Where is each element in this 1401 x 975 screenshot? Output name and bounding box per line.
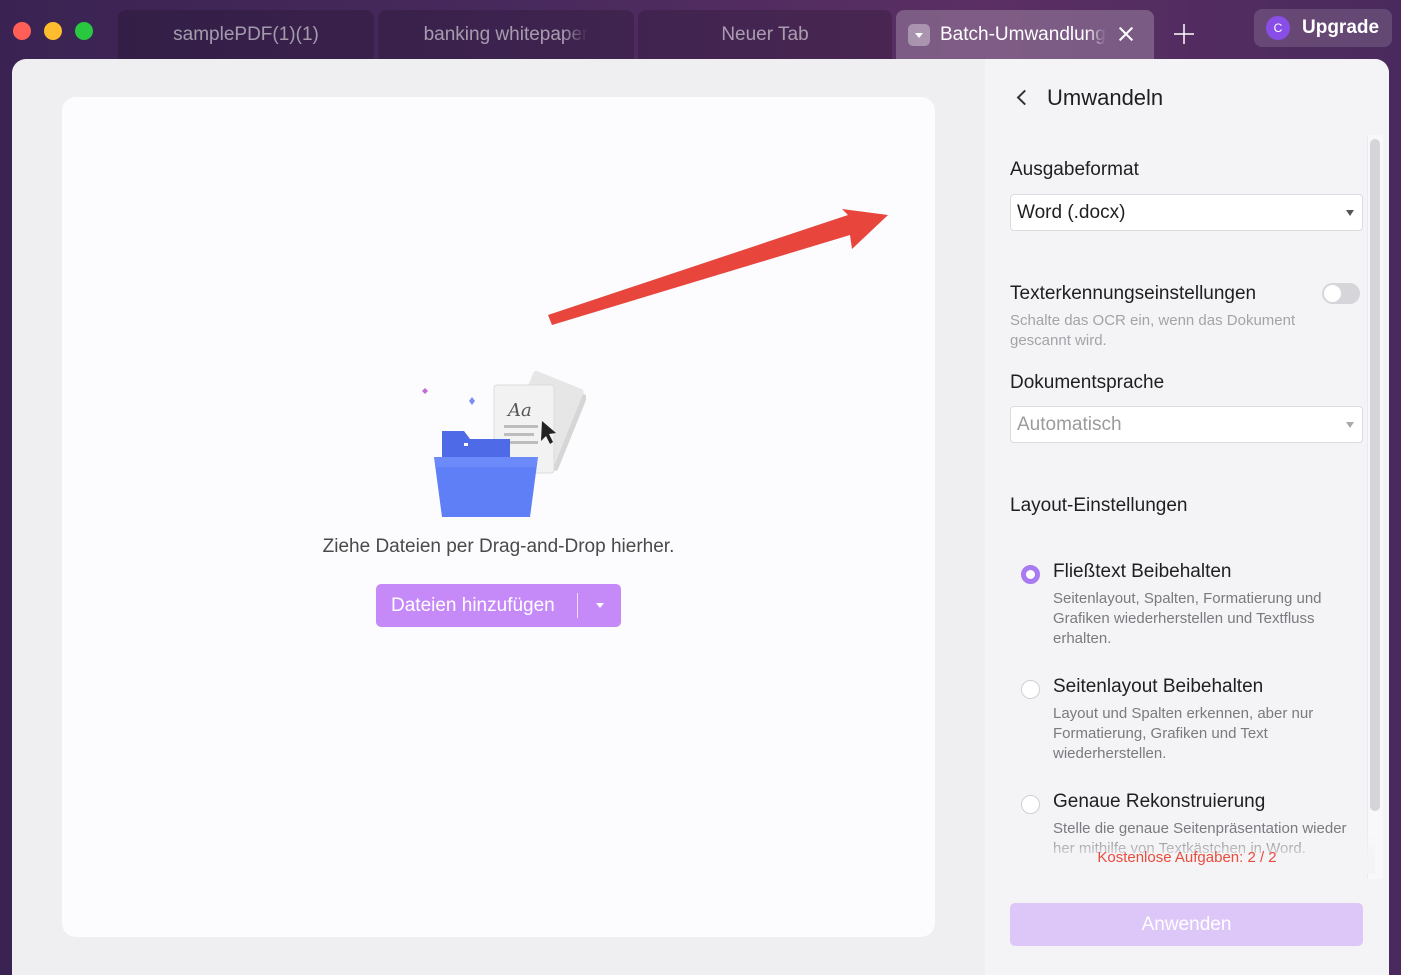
option-title: Fließtext Beibehalten [1053, 561, 1232, 582]
tab-menu-dropdown-icon[interactable] [908, 24, 930, 46]
tab-label: banking whitepaper [423, 24, 589, 45]
option-description: Layout und Spalten erkennen, aber nur Fo… [1053, 705, 1314, 762]
ocr-hint-text: Schalte das OCR ein, wenn das Dokument g… [1010, 312, 1296, 349]
radio-button[interactable] [1021, 680, 1040, 699]
tab-label: Batch-Umwandlung [940, 24, 1106, 45]
convert-settings-panel: Umwandeln Ausgabeformat Word (.docx) Tex… [985, 59, 1389, 975]
tab-banking-whitepaper[interactable]: banking whitepaper [378, 10, 634, 60]
radio-button[interactable] [1021, 565, 1040, 584]
close-window-button[interactable] [13, 22, 31, 40]
output-format-select[interactable]: Word (.docx) [1010, 194, 1363, 231]
back-chevron-icon[interactable] [1013, 87, 1033, 107]
option-title: Seitenlayout Beibehalten [1053, 676, 1264, 697]
option-title: Genaue Rekonstruierung [1053, 791, 1266, 812]
avatar: C [1266, 16, 1290, 40]
annotation-arrow-icon [548, 209, 888, 325]
layout-option-flowing-text[interactable]: Fließtext Beibehalten Seitenlayout, Spal… [1021, 561, 1341, 649]
illustration-text: Aa [506, 400, 532, 421]
document-language-label: Dokumentsprache [1010, 372, 1165, 393]
output-format-value: Word (.docx) [1017, 201, 1126, 223]
tab-samplepdf[interactable]: samplePDF(1)(1) [118, 10, 374, 60]
zoom-window-button[interactable] [75, 22, 93, 40]
option-description: Seitenlayout, Spalten, Formatierung und … [1053, 590, 1322, 647]
upgrade-label: Upgrade [1302, 17, 1380, 38]
tab-label: samplePDF(1)(1) [173, 24, 319, 45]
add-files-label: Dateien hinzufügen [391, 594, 555, 616]
minimize-window-button[interactable] [44, 22, 62, 40]
main-window: Aa Ziehe Dateien per Drag-and-Drop hierh… [12, 59, 1389, 975]
upgrade-button[interactable]: C Upgrade [1254, 9, 1392, 47]
title-bar: samplePDF(1)(1) banking whitepaper Neuer… [0, 0, 1401, 60]
panel-title: Umwandeln [1047, 85, 1164, 110]
document-language-select[interactable]: Automatisch [1010, 406, 1363, 443]
tab-batch-conversion[interactable]: Batch-Umwandlung [896, 10, 1154, 60]
scrollbar[interactable] [1370, 139, 1380, 811]
output-format-label: Ausgabeformat [1010, 159, 1139, 180]
chevron-down-icon [1346, 422, 1354, 428]
new-tab-plus-icon[interactable] [1172, 22, 1196, 46]
ocr-toggle[interactable] [1322, 283, 1360, 304]
layout-option-page-layout[interactable]: Seitenlayout Beibehalten Layout und Spal… [1021, 676, 1341, 764]
apply-button[interactable]: Anwenden [1010, 903, 1363, 946]
close-tab-icon[interactable] [1114, 22, 1138, 46]
layout-settings-label: Layout-Einstellungen [1010, 495, 1188, 516]
radio-button[interactable] [1021, 795, 1040, 814]
chevron-down-icon [1346, 210, 1354, 216]
free-tasks-counter: Kostenlose Aufgaben: 2 / 2 [1097, 849, 1277, 866]
add-files-button[interactable]: Dateien hinzufügen [376, 584, 621, 627]
tab-label: Neuer Tab [721, 24, 809, 45]
tab-new-tab[interactable]: Neuer Tab [638, 10, 892, 60]
ocr-settings-label: Texterkennungseinstellungen [1010, 283, 1257, 304]
file-folder-illustration-icon: Aa [422, 370, 586, 517]
document-language-value: Automatisch [1017, 413, 1122, 435]
add-files-dropdown-icon[interactable] [578, 603, 621, 608]
drop-instruction-text: Ziehe Dateien per Drag-and-Drop hierher. [322, 536, 675, 557]
